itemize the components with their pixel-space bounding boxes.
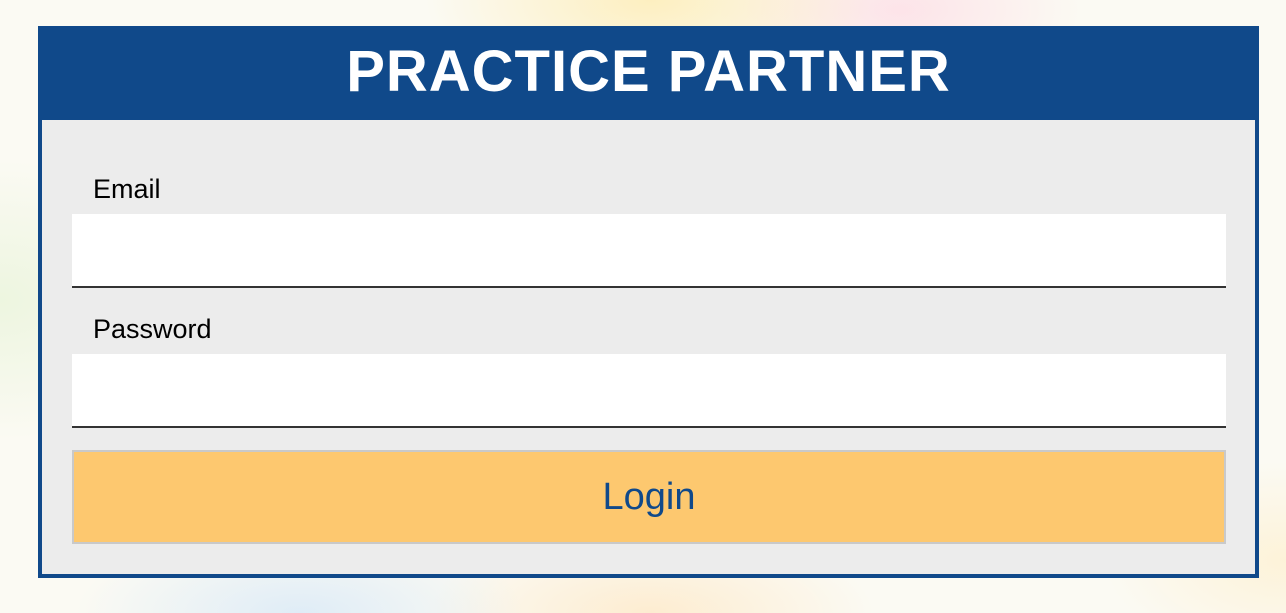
login-button-label: Login	[602, 475, 696, 518]
email-field[interactable]	[72, 214, 1226, 288]
login-button[interactable]: Login	[72, 450, 1226, 544]
page-title: PRACTICE PARTNER	[346, 39, 951, 104]
card-header: PRACTICE PARTNER	[42, 30, 1255, 120]
password-field[interactable]	[72, 354, 1226, 428]
email-label: Email	[93, 174, 161, 204]
login-card: PRACTICE PARTNER Email Password Login	[38, 26, 1259, 578]
password-label: Password	[93, 314, 212, 344]
